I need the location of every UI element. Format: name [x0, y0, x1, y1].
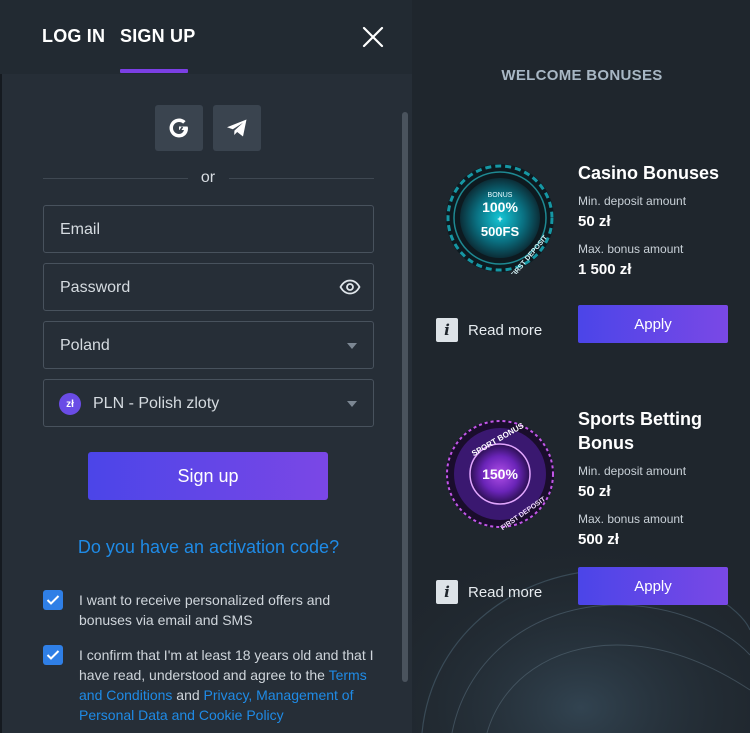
password-placeholder: Password: [60, 279, 131, 296]
casino-apply-button[interactable]: Apply: [578, 305, 728, 343]
tab-login[interactable]: LOG IN: [42, 26, 105, 47]
sports-min-label: Min. deposit amount: [578, 464, 687, 478]
age-checkbox[interactable]: [43, 645, 63, 665]
chevron-down-icon: [347, 343, 357, 349]
country-value: Poland: [60, 337, 110, 354]
google-icon: [169, 118, 188, 138]
casino-badge-top: BONUS: [488, 192, 513, 199]
sports-max-label: Max. bonus amount: [578, 512, 684, 526]
casino-max-label: Max. bonus amount: [578, 242, 684, 256]
welcome-bonuses-title: WELCOME BONUSES: [501, 67, 663, 84]
check-icon: [46, 595, 60, 605]
divider-left: [43, 178, 188, 179]
telegram-icon: [227, 119, 247, 137]
form-scrollbar[interactable]: [402, 112, 408, 682]
password-field[interactable]: Password: [43, 263, 374, 311]
casino-badge-main1: 100%: [482, 199, 518, 215]
sports-bonus-title: Sports Betting Bonus: [578, 409, 702, 453]
offers-checkbox[interactable]: [43, 590, 63, 610]
email-placeholder: Email: [60, 221, 101, 238]
info-icon[interactable]: i: [436, 318, 458, 342]
and-text: and: [172, 687, 204, 703]
casino-bonus-title: Casino Bonuses: [578, 163, 720, 183]
panel-edge: [0, 0, 2, 733]
email-field[interactable]: Email: [43, 205, 374, 253]
casino-badge-plus: +: [497, 214, 502, 224]
casino-read-more-link[interactable]: Read more: [468, 322, 542, 339]
close-icon[interactable]: [361, 25, 385, 49]
check-icon: [46, 650, 60, 660]
signup-panel: LOG IN SIGN UP or Email Password Poland: [0, 0, 412, 733]
casino-bonus-badge: BONUS 100% + 500FS FIRST DEPOSIT: [446, 164, 554, 274]
divider-right: [229, 178, 374, 179]
chevron-down-icon: [347, 401, 357, 407]
sports-badge-main: 150%: [482, 466, 518, 482]
offers-consent-text: I want to receive personalized offers an…: [79, 592, 331, 628]
telegram-login-button[interactable]: [213, 105, 261, 151]
sports-min-value: 50 zł: [578, 483, 611, 500]
casino-badge-main2: 500FS: [481, 224, 520, 239]
sports-bonus-badge: SPORT BONUS 150% FIRST DEPOSIT: [446, 420, 554, 530]
casino-max-value: 1 500 zł: [578, 261, 632, 278]
tab-signup[interactable]: SIGN UP: [120, 26, 195, 47]
casino-min-value: 50 zł: [578, 213, 611, 230]
activation-code-link[interactable]: Do you have an activation code?: [0, 537, 412, 558]
sports-max-value: 500 zł: [578, 531, 619, 548]
age-consent-text: I confirm that I'm at least 18 years old…: [79, 645, 379, 725]
sports-read-more-link[interactable]: Read more: [468, 584, 542, 601]
bonus-panel: WELCOME BONUSES BONUS 100% + 500FS FIRST…: [412, 0, 750, 733]
info-icon[interactable]: i: [436, 580, 458, 604]
google-login-button[interactable]: [155, 105, 203, 151]
active-tab-indicator: [120, 69, 188, 73]
country-select[interactable]: Poland: [43, 321, 374, 369]
currency-value: PLN - Polish zloty: [93, 395, 220, 412]
currency-select[interactable]: zł PLN - Polish zloty: [43, 379, 374, 427]
eye-icon[interactable]: [339, 278, 361, 296]
sports-apply-button[interactable]: Apply: [578, 567, 728, 605]
casino-min-label: Min. deposit amount: [578, 194, 687, 208]
signup-button[interactable]: Sign up: [88, 452, 328, 500]
currency-symbol-badge: zł: [59, 393, 81, 415]
or-separator: or: [200, 169, 216, 186]
auth-tabs: LOG IN SIGN UP: [0, 0, 412, 74]
